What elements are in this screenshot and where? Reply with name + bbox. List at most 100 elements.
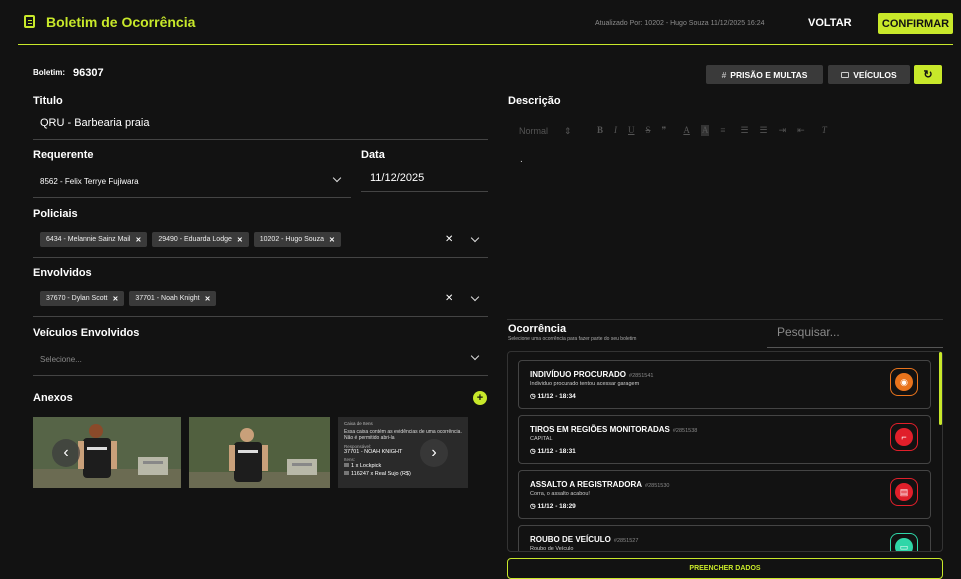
bold-icon[interactable]: B bbox=[597, 125, 603, 136]
chip-policial[interactable]: 6434 - Melannie Sainz Mail ✕ bbox=[40, 232, 148, 247]
underline-icon[interactable]: U bbox=[628, 125, 635, 136]
chip-envolvido[interactable]: 37670 - Dylan Scott ✕ bbox=[40, 291, 125, 306]
policiais-label: Policiais bbox=[33, 208, 78, 220]
updated-by-text: Atualizado Por: 10202 - Hugo Souza 11/12… bbox=[595, 20, 765, 27]
chevron-down-icon[interactable] bbox=[470, 351, 480, 361]
chevron-down-icon[interactable] bbox=[470, 233, 480, 243]
refresh-icon: ↻ bbox=[923, 69, 933, 81]
envolvidos-chips: 37670 - Dylan Scott ✕ 37701 - Noah Knight… bbox=[40, 291, 221, 306]
strike-icon[interactable]: S bbox=[646, 125, 651, 136]
clear-icon[interactable]: ✕ bbox=[445, 293, 453, 304]
data-underline bbox=[361, 191, 488, 192]
format-select[interactable]: Normal ⇕ bbox=[519, 126, 572, 137]
register-icon: ▤ bbox=[890, 478, 918, 506]
card-time: ◷ 11/12 - 18:29 bbox=[530, 503, 576, 510]
titulo-underline bbox=[33, 139, 488, 140]
header-divider bbox=[18, 44, 953, 45]
chevron-down-icon[interactable] bbox=[332, 173, 342, 183]
chevron-right-icon[interactable]: › bbox=[420, 439, 448, 467]
search-underline bbox=[767, 347, 943, 348]
card-subtitle: Corra, o assalto acabou! bbox=[530, 491, 590, 497]
voltar-button[interactable]: VOLTAR bbox=[808, 17, 852, 29]
search-input[interactable]: Pesquisar... bbox=[777, 325, 840, 339]
card-title: INDIVÍDUO PROCURADO #2851541 bbox=[530, 370, 654, 379]
ocorrencia-list[interactable]: INDIVÍDUO PROCURADO #2851541 Individuo pr… bbox=[507, 351, 943, 552]
card-title: ROUBO DE VEÍCULO #2851527 bbox=[530, 535, 639, 544]
photo-icon bbox=[189, 417, 330, 488]
veiculos-envolvidos-label: Veículos Envolvidos bbox=[33, 327, 140, 339]
boletim-label: Boletim: bbox=[33, 68, 65, 77]
chip-envolvido[interactable]: 37701 - Noah Knight ✕ bbox=[129, 291, 217, 306]
item-icon bbox=[344, 471, 349, 475]
scrollbar-thumb[interactable] bbox=[939, 352, 942, 425]
car-icon bbox=[841, 71, 850, 78]
indent-icon[interactable]: ⇥ bbox=[779, 125, 787, 136]
ocorrencia-label: Ocorrência bbox=[508, 323, 567, 335]
document-icon bbox=[24, 15, 35, 28]
card-subtitle: Roubo de Veículo bbox=[530, 546, 574, 552]
veiculos-underline bbox=[33, 375, 488, 376]
list-item[interactable]: ROUBO DE VEÍCULO #2851527 Roubo de Veícul… bbox=[518, 525, 931, 552]
veiculos-button[interactable]: VEÍCULOS bbox=[828, 65, 910, 84]
add-icon[interactable]: + bbox=[473, 391, 487, 405]
evidence-item: 1 x Lockpick bbox=[344, 463, 462, 469]
policiais-underline bbox=[33, 257, 488, 258]
descricao-label: Descrição bbox=[508, 95, 561, 107]
evidence-heading: Caixa de Itens bbox=[344, 421, 373, 426]
titulo-label: Titulo bbox=[33, 95, 63, 107]
data-label: Data bbox=[361, 149, 385, 161]
align-icon[interactable]: ≡ bbox=[720, 125, 725, 136]
requerente-label: Requerente bbox=[33, 149, 94, 161]
highlight-icon[interactable]: A bbox=[700, 125, 710, 136]
ocorrencia-hint: Selecione uma ocorrência para fazer part… bbox=[508, 336, 637, 342]
evidence-text: Essa caixa contém as evidências de uma o… bbox=[344, 429, 462, 441]
chevron-down-icon[interactable] bbox=[470, 292, 480, 302]
target-icon: ◉ bbox=[890, 368, 918, 396]
chip-policial[interactable]: 10202 - Hugo Souza ✕ bbox=[253, 232, 341, 247]
policiais-chips: 6434 - Melannie Sainz Mail ✕ 29490 - Edua… bbox=[40, 232, 346, 247]
card-title: TIROS EM REGIÕES MONITORADAS #2851538 bbox=[530, 425, 698, 434]
prisao-multas-button[interactable]: # PRISÃO E MULTAS bbox=[706, 65, 823, 84]
chip-policial[interactable]: 29490 - Eduarda Lodge ✕ bbox=[152, 232, 249, 247]
clear-icon[interactable]: ✕ bbox=[445, 234, 453, 245]
list-item[interactable]: TIROS EM REGIÕES MONITORADAS #2851538 CAP… bbox=[518, 415, 931, 464]
gun-icon: ⌐ bbox=[890, 423, 918, 451]
data-input[interactable]: 11/12/2025 bbox=[370, 172, 424, 184]
chevron-left-icon[interactable]: ‹ bbox=[52, 439, 80, 467]
italic-icon[interactable]: I bbox=[614, 125, 617, 136]
list-item[interactable]: INDIVÍDUO PROCURADO #2851541 Individuo pr… bbox=[518, 360, 931, 409]
card-subtitle: Individuo procurado tentou acessar garag… bbox=[530, 381, 640, 387]
ordered-list-icon[interactable]: ☰ bbox=[740, 125, 748, 136]
veiculos-select[interactable]: Selecione... bbox=[40, 355, 82, 364]
close-icon[interactable]: ✕ bbox=[112, 295, 118, 303]
card-time: ◷ 11/12 - 18:34 bbox=[530, 393, 576, 400]
list-item[interactable]: ASSALTO A REGISTRADORA #2851530 Corra, o … bbox=[518, 470, 931, 519]
text-color-icon[interactable]: A bbox=[683, 125, 690, 136]
attachment-evidence-card[interactable]: Caixa de Itens Essa caixa contém as evid… bbox=[338, 417, 468, 488]
clear-format-icon[interactable]: T bbox=[822, 125, 827, 136]
descricao-editor[interactable]: . bbox=[520, 154, 523, 165]
editor-toolbar: B I U S ❞ A A ≡ ☰ ☰ ⇥ ⇤ T bbox=[597, 125, 827, 136]
card-subtitle: CAPITAL bbox=[530, 436, 553, 442]
page-title: Boletim de Ocorrência bbox=[46, 14, 196, 30]
preencher-dados-button[interactable]: PREENCHER DADOS bbox=[507, 558, 943, 579]
item-icon bbox=[344, 463, 349, 467]
anexos-label: Anexos bbox=[33, 392, 73, 404]
car-icon: ▭ bbox=[890, 533, 918, 551]
ocorrencia-divider bbox=[507, 319, 943, 320]
close-icon[interactable]: ✕ bbox=[205, 295, 211, 303]
confirmar-button[interactable]: CONFIRMAR bbox=[878, 13, 953, 34]
requerente-underline bbox=[33, 197, 351, 198]
outdent-icon[interactable]: ⇤ bbox=[797, 125, 805, 136]
close-icon[interactable]: ✕ bbox=[329, 236, 335, 244]
bullet-list-icon[interactable]: ☰ bbox=[760, 125, 768, 136]
card-time: ◷ 11/12 - 18:31 bbox=[530, 448, 576, 455]
close-icon[interactable]: ✕ bbox=[135, 236, 141, 244]
hash-icon: # bbox=[721, 69, 727, 80]
requerente-select[interactable]: 8562 - Felix Terrye Fujiwara bbox=[40, 177, 139, 186]
titulo-input[interactable]: QRU - Barbearia praia bbox=[40, 117, 149, 129]
quote-icon[interactable]: ❞ bbox=[662, 125, 667, 136]
attachment-thumb[interactable] bbox=[189, 417, 330, 488]
refresh-button[interactable]: ↻ bbox=[914, 65, 942, 84]
close-icon[interactable]: ✕ bbox=[237, 236, 243, 244]
